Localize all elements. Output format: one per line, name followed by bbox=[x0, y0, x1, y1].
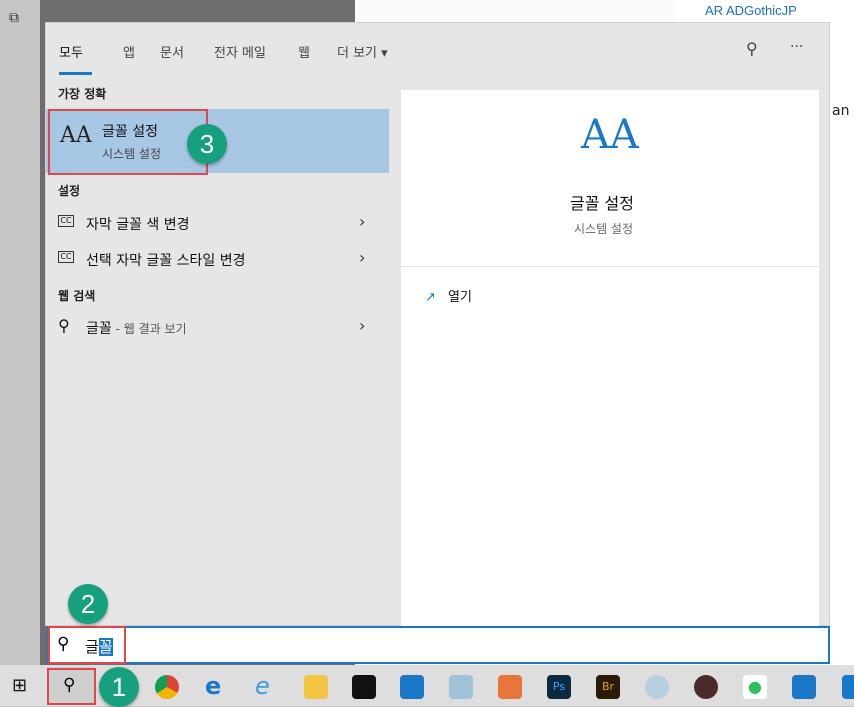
tab-more[interactable]: 더 보기 ▾ bbox=[337, 42, 388, 61]
app-icon[interactable] bbox=[792, 675, 816, 699]
tab-web[interactable]: 웹 bbox=[298, 42, 310, 61]
web-suffix: - 웹 결과 보기 bbox=[111, 322, 187, 336]
divider bbox=[401, 266, 819, 267]
list-item[interactable]: CC 선택 자막 글꼴 스타일 변경 › bbox=[46, 241, 389, 277]
section-settings: 설정 bbox=[58, 184, 81, 198]
chevron-right-icon[interactable]: › bbox=[359, 212, 365, 231]
feedback-icon[interactable]: ⚲ bbox=[746, 39, 758, 58]
web-query: 글꼴 bbox=[86, 321, 112, 337]
font-icon-large: AA bbox=[581, 112, 639, 158]
open-label: 열기 bbox=[448, 290, 472, 305]
background-text: an bbox=[832, 103, 850, 119]
chevron-right-icon[interactable]: › bbox=[359, 248, 365, 267]
web-search-item[interactable]: ⚲ 글꼴 - 웹 결과 보기 › bbox=[46, 309, 389, 345]
open-button[interactable]: ↗ 열기 bbox=[425, 286, 472, 305]
preview-subtitle: 시스템 설정 bbox=[574, 222, 634, 236]
search-input[interactable]: ⚲ 글꼴 bbox=[47, 626, 830, 664]
tab-email[interactable]: 전자 메일 bbox=[214, 42, 266, 61]
open-icon: ↗ bbox=[425, 290, 436, 305]
section-best-match: 가장 정확 bbox=[58, 87, 107, 101]
chevron-right-icon[interactable]: › bbox=[359, 316, 365, 335]
restore-window-icon[interactable]: ⧉ bbox=[9, 10, 19, 26]
step-badge-3: 3 bbox=[187, 124, 227, 164]
more-options-icon[interactable]: ··· bbox=[790, 39, 803, 55]
tab-documents[interactable]: 문서 bbox=[160, 42, 184, 61]
list-item[interactable]: CC 자막 글꼴 색 변경 › bbox=[46, 205, 389, 241]
search-icon: ⚲ bbox=[58, 316, 70, 335]
disc-icon[interactable] bbox=[645, 675, 669, 699]
store-icon[interactable] bbox=[352, 675, 376, 699]
closed-caption-icon: CC bbox=[58, 251, 74, 263]
left-strip: ⧉ bbox=[0, 0, 40, 665]
callout-box bbox=[48, 626, 126, 664]
notepad-icon[interactable] bbox=[449, 675, 473, 699]
app-icon[interactable] bbox=[498, 675, 522, 699]
file-explorer-icon[interactable] bbox=[304, 675, 328, 699]
callout-box bbox=[48, 109, 208, 175]
font-list-item[interactable]: AR ADGothicJP bbox=[705, 3, 797, 18]
active-tab-indicator bbox=[59, 72, 92, 75]
closed-caption-icon: CC bbox=[58, 215, 74, 227]
step-badge-1: 1 bbox=[99, 667, 139, 707]
section-web-search: 웹 검색 bbox=[58, 289, 96, 303]
bridge-icon[interactable]: Br bbox=[596, 675, 620, 699]
evernote-icon[interactable]: ● bbox=[743, 675, 767, 699]
edge-icon[interactable]: e bbox=[205, 674, 229, 699]
photoshop-icon[interactable]: Ps bbox=[547, 675, 571, 699]
callout-box bbox=[47, 668, 96, 705]
mail-icon[interactable] bbox=[400, 675, 424, 699]
list-item-label: 자막 글꼴 색 변경 bbox=[86, 217, 190, 233]
windows-start-icon[interactable]: ⊞ bbox=[12, 675, 27, 696]
step-badge-2: 2 bbox=[68, 584, 108, 624]
tab-all[interactable]: 모두 bbox=[59, 42, 83, 61]
app-icon[interactable] bbox=[842, 675, 854, 699]
preview-pane: AA 글꼴 설정 시스템 설정 ↗ 열기 bbox=[401, 90, 819, 626]
preview-title: 글꼴 설정 bbox=[570, 194, 634, 213]
internet-explorer-icon[interactable]: e bbox=[255, 674, 279, 699]
media-player-icon[interactable] bbox=[694, 675, 718, 699]
list-item-label: 선택 자막 글꼴 스타일 변경 bbox=[86, 253, 246, 269]
tab-apps[interactable]: 앱 bbox=[123, 42, 135, 61]
chrome-icon[interactable] bbox=[155, 675, 179, 699]
